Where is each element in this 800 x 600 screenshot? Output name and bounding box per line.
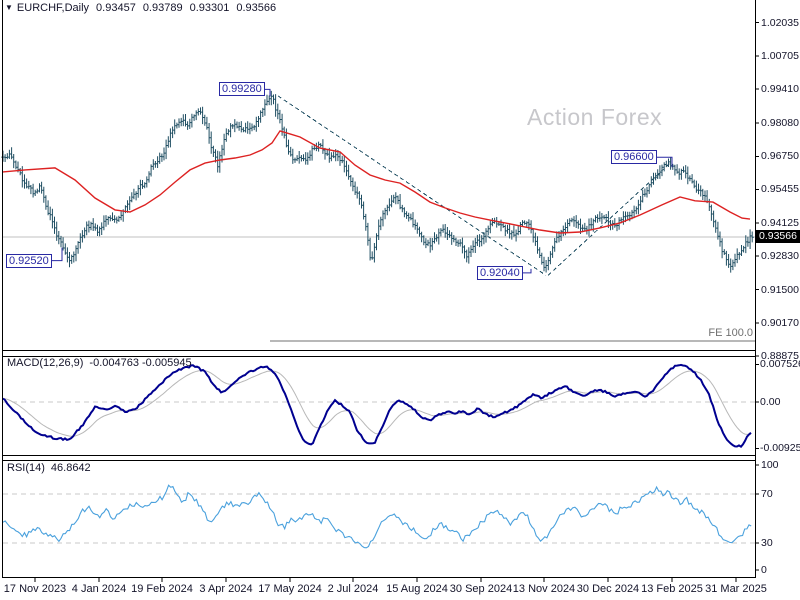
price-level-tag[interactable]: 0.92520: [6, 253, 52, 268]
macd-axis-label: 0.007526: [760, 358, 800, 371]
price-axis-label: 0.94125: [761, 217, 799, 229]
chart-header: ▼ EURCHF,Daily 0.93457 0.93789 0.93301 0.9356…: [5, 2, 276, 14]
current-price-tag: 0.93566: [756, 230, 800, 244]
macd-indicator-title: MACD(12,26,9) -0.004763 -0.005945: [7, 357, 192, 369]
price-level-tag[interactable]: 0.96600: [611, 150, 657, 165]
price-axis-label: 0.95455: [761, 183, 799, 196]
ohlc-low-value: 0.93301: [189, 2, 230, 14]
level-tag-connector: [52, 247, 63, 262]
level-tag-connector: [523, 268, 532, 274]
macd-axis-label: -0.009252: [760, 442, 800, 455]
price-axis-label: 1.02035: [761, 16, 799, 29]
watermark: Action Forex: [527, 104, 663, 130]
ohlc-high-value: 0.93789: [142, 2, 183, 14]
trendline: [547, 162, 671, 276]
chart-canvas[interactable]: [0, 0, 800, 600]
date-label: 31 Mar 2025: [705, 583, 767, 595]
fib-extension-label: FE 100.0: [708, 326, 753, 339]
ohlc-open-value: 0.93457: [96, 2, 136, 14]
price-axis-label: 1.00705: [761, 50, 799, 63]
rsi-line: [2, 484, 752, 549]
macd-line: [2, 363, 752, 449]
price-level-tag[interactable]: 0.92040: [477, 265, 523, 280]
trendline: [277, 95, 547, 276]
price-axis-label: 0.92830: [761, 249, 799, 262]
rsi-indicator-name: RSI(14): [7, 462, 45, 474]
rsi-indicator-title: RSI(14) 46.8642: [7, 462, 91, 474]
price-axis-label: 0.98080: [761, 116, 799, 129]
rsi-axis-label: 100: [761, 459, 779, 471]
rsi-axis-label: 70: [761, 488, 773, 500]
price-axis-label: 0.91500: [761, 283, 799, 296]
price-level-tag[interactable]: 0.99280: [219, 82, 265, 97]
collapse-arrow-icon[interactable]: ▼: [5, 3, 13, 12]
rsi-indicator-value: 46.8642: [50, 462, 91, 474]
chart-window: ▼ EURCHF,Daily 0.93457 0.93789 0.93301 0.9356…: [0, 0, 800, 600]
rsi-axis-label: 0: [761, 564, 767, 576]
price-axis-label: 0.96750: [761, 150, 799, 163]
macd-signal-line: [2, 370, 752, 437]
ohlc-close-value: 0.93566: [236, 2, 277, 14]
macd-indicator-values: -0.004763 -0.005945: [89, 357, 192, 369]
macd-indicator-name: MACD(12,26,9): [7, 357, 84, 369]
price-axis-label: 0.99410: [761, 83, 799, 96]
price-axis-label: 0.90170: [761, 317, 799, 330]
symbol-timeframe-label: EURCHF,Daily: [16, 2, 90, 14]
macd-axis-label: 0.00: [760, 396, 781, 408]
rsi-axis-label: 30: [761, 537, 773, 549]
